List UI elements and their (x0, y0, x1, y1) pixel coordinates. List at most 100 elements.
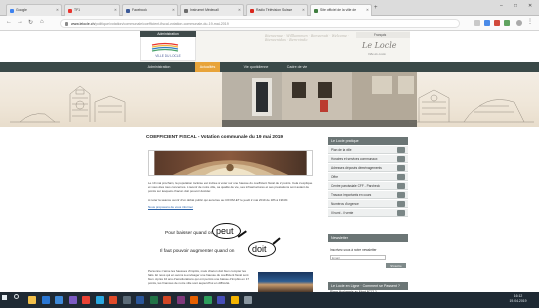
bookmark-star-icon[interactable] (474, 20, 480, 26)
forward-arrow-icon[interactable]: → (17, 19, 23, 25)
browser-tab-facebook[interactable]: Facebook ✕ (122, 4, 178, 16)
calculator-icon[interactable] (122, 296, 131, 304)
article-title: COEFFICIENT FISCAL - Votation communale … (146, 135, 284, 140)
signature-subtitle: Ville du Locle (368, 52, 386, 56)
right-sketch-illustration (409, 89, 534, 123)
lock-icon (65, 22, 68, 26)
url-domain: www.lelocle.ch (71, 22, 95, 26)
close-window-button[interactable]: ✕ (528, 3, 532, 9)
maps-icon[interactable] (203, 296, 212, 304)
facebook-favicon-icon (126, 9, 130, 13)
article-info-link[interactable]: Nous proposons de vous informer (148, 205, 313, 210)
parking-icon (397, 183, 405, 189)
clock-date: 19.04.2019 (509, 298, 527, 303)
town-photo (222, 72, 417, 127)
address-bar-row: ← → ↻ ⌂ www.lelocle.ch/politique/votatio… (0, 16, 539, 31)
browser-tab-tf1[interactable]: TF1 ✕ (64, 4, 120, 16)
mail-icon[interactable] (41, 296, 50, 304)
close-tab-icon[interactable]: ✕ (114, 8, 117, 12)
firefox-icon[interactable] (190, 296, 198, 304)
weather-icon (397, 210, 405, 216)
slogan-line-2: Il faut pouvoir augmenter quand on (160, 249, 235, 254)
newsletter-label: Inscrivez-vous à notre newsletter (330, 248, 377, 252)
word-icon[interactable] (136, 296, 144, 304)
close-tab-icon[interactable]: ✕ (302, 8, 305, 12)
page-favicon-icon (184, 9, 188, 13)
sidebar-item-horaires[interactable]: Horaires et services communaux (328, 155, 408, 164)
nav-administration[interactable]: Administration (140, 62, 178, 72)
back-arrow-icon[interactable]: ← (6, 19, 12, 25)
article-header-image (148, 150, 313, 176)
tab-label: Site officiel de la ville de (320, 8, 357, 12)
excel-icon[interactable] (149, 296, 158, 304)
article-paragraph: Le 19 mai prochain, la population locloi… (148, 181, 313, 193)
close-tab-icon[interactable]: ✕ (366, 8, 369, 12)
tab-label: Instrumnt Médecall (190, 8, 219, 12)
magnifier-icon (212, 223, 241, 239)
taskbar-clock[interactable]: 16:12 19.04.2019 (501, 294, 535, 303)
windows-taskbar (0, 292, 539, 308)
browser-tab-google[interactable]: Google ✕ (6, 4, 62, 16)
settings-icon[interactable] (244, 296, 252, 304)
close-tab-icon[interactable]: ✕ (238, 8, 241, 12)
le-locle-signature: Le Locle (362, 41, 397, 50)
close-tab-icon[interactable]: ✕ (56, 8, 59, 12)
offer-icon (397, 174, 405, 180)
nav-vie-quotidienne[interactable]: Vie quotidienne (236, 62, 276, 72)
maximize-button[interactable]: □ (514, 3, 517, 9)
url-field[interactable]: www.lelocle.ch/politique/votation/commun… (60, 19, 460, 28)
sidebar-item-offre[interactable]: Offre (328, 173, 408, 182)
slogan-line-1: Pour baisser quand on (165, 231, 214, 236)
chrome-icon[interactable] (82, 296, 90, 304)
onenote-icon[interactable] (176, 296, 185, 304)
store-icon[interactable] (55, 296, 63, 304)
powerpoint-icon[interactable] (163, 296, 171, 304)
minimize-button[interactable]: – (500, 3, 503, 9)
language-select[interactable]: Français (356, 32, 410, 38)
reload-icon[interactable]: ↻ (28, 19, 33, 26)
sidebar-item-adresses[interactable]: Adresses déposés déménagements (328, 164, 408, 173)
sidebar-item-meteo[interactable]: Il humi - il vente (328, 209, 408, 218)
teams-icon[interactable] (217, 296, 225, 304)
file-explorer-icon[interactable] (28, 296, 36, 304)
nav-actualites[interactable]: Actualités (195, 62, 220, 72)
start-button-icon[interactable] (2, 295, 7, 300)
newsletter-email-input[interactable] (330, 255, 386, 260)
search-icon[interactable] (14, 294, 19, 299)
administration-tab[interactable]: Administration (140, 31, 196, 37)
browser-tab-lelocle[interactable]: Site officiel de la ville de ✕ (310, 4, 372, 16)
phone-icon (397, 201, 405, 207)
browser-tab-rts[interactable]: Radio Télévision Suisse ✕ (246, 4, 308, 16)
tab-label: Google (16, 8, 27, 12)
sidebar-item-urgence[interactable]: Numéros d'urgence (328, 200, 408, 209)
photos-icon[interactable] (68, 296, 77, 304)
newsletter-submit-button[interactable]: S'inscrire (386, 263, 406, 268)
clock-icon (397, 156, 405, 162)
media-player-icon[interactable] (109, 296, 117, 304)
home-icon[interactable]: ⌂ (40, 19, 44, 25)
close-tab-icon[interactable]: ✕ (172, 8, 175, 12)
article-thumbnail[interactable] (258, 272, 313, 293)
tab-label: TF1 (74, 8, 81, 12)
sidebar-item-plan[interactable]: Plan de la ville (328, 146, 408, 155)
header-welcome-text: Bienvenue · Willkommen · Benvenuti · Wel… (265, 34, 350, 43)
sidebar-item-travaux[interactable]: Travaux importants en cours (328, 191, 408, 200)
sidebar-item-centre[interactable]: Centre paroissiale CFF - Parcheck (328, 182, 408, 191)
extension-icon[interactable] (484, 20, 490, 26)
lelocle-favicon-icon (314, 9, 318, 13)
truck-icon (397, 165, 405, 171)
nav-cadre-de-vie[interactable]: Cadre de vie (280, 62, 314, 72)
profile-avatar-icon[interactable] (516, 20, 522, 26)
extension-icon[interactable] (504, 20, 510, 26)
screenshot: Google ✕ TF1 ✕ Facebook ✕ Instrumnt Méde… (0, 0, 539, 308)
browser-tab-instrument[interactable]: Instrumnt Médecall ✕ (180, 4, 244, 16)
article-paragraph: Personne n'aime les hausses d'impôts, ma… (148, 269, 250, 285)
newsletter-header: Newsletter (328, 234, 408, 242)
new-tab-button[interactable]: + (374, 5, 378, 11)
browser-tab-bar: Google ✕ TF1 ✕ Facebook ✕ Instrumnt Méde… (0, 0, 539, 16)
extension-icon[interactable] (494, 20, 500, 26)
menu-dots-icon[interactable]: ⋮ (527, 19, 533, 26)
skype-icon[interactable] (95, 296, 104, 304)
sidebar-header: Le Locle pratique (328, 137, 408, 145)
weather-icon[interactable] (230, 296, 239, 304)
